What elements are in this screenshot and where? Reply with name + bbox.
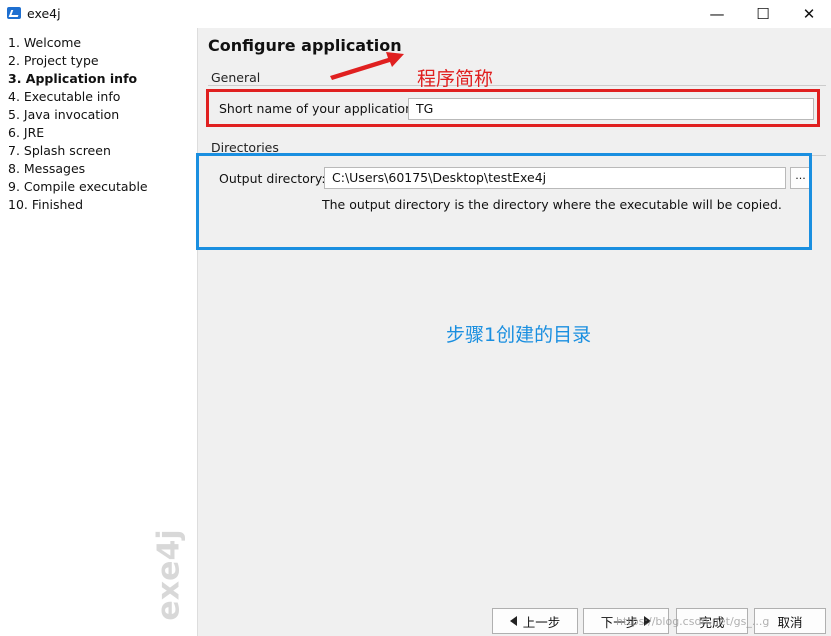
annotation-blue-box <box>196 153 812 250</box>
step-executable-info[interactable]: 4. Executable info <box>8 89 120 104</box>
step-messages[interactable]: 8. Messages <box>8 161 85 176</box>
step-application-info[interactable]: 3. Application info <box>8 71 137 86</box>
title-bar: exe4j — ☐ ✕ <box>0 0 831 28</box>
back-button-label: 上一步 <box>522 614 561 630</box>
wizard-steps-sidebar: 1. Welcome 2. Project type 3. Applicatio… <box>0 28 198 636</box>
annotation-red-text: 程序简称 <box>417 68 494 90</box>
annotation-blue-text: 步骤1创建的目录 <box>446 324 592 346</box>
annotation-arrow-icon <box>330 52 404 80</box>
step-finished[interactable]: 10. Finished <box>8 197 83 212</box>
step-jre[interactable]: 6. JRE <box>8 125 44 140</box>
general-separator <box>208 85 826 86</box>
step-welcome[interactable]: 1. Welcome <box>8 35 81 50</box>
cancel-button-label: 取消 <box>777 614 803 630</box>
window-title: exe4j <box>27 6 61 21</box>
minimize-button[interactable]: — <box>694 0 740 28</box>
step-project-type[interactable]: 2. Project type <box>8 53 99 68</box>
maximize-button[interactable]: ☐ <box>740 0 786 28</box>
app-icon <box>7 7 21 19</box>
step-splash-screen[interactable]: 7. Splash screen <box>8 143 111 158</box>
exe4j-logo: exe4j <box>145 516 195 634</box>
step-compile-executable[interactable]: 9. Compile executable <box>8 179 148 194</box>
step-java-invocation[interactable]: 5. Java invocation <box>8 107 119 122</box>
back-button[interactable]: 上一步 <box>492 608 578 634</box>
watermark: https://blog.csdn.net/gs_...g <box>616 615 770 628</box>
svg-text:exe4j: exe4j <box>152 529 187 620</box>
back-arrow-icon <box>509 616 517 626</box>
annotation-red-box <box>206 89 820 127</box>
general-group-label: General <box>211 70 265 85</box>
close-button[interactable]: ✕ <box>786 0 831 28</box>
